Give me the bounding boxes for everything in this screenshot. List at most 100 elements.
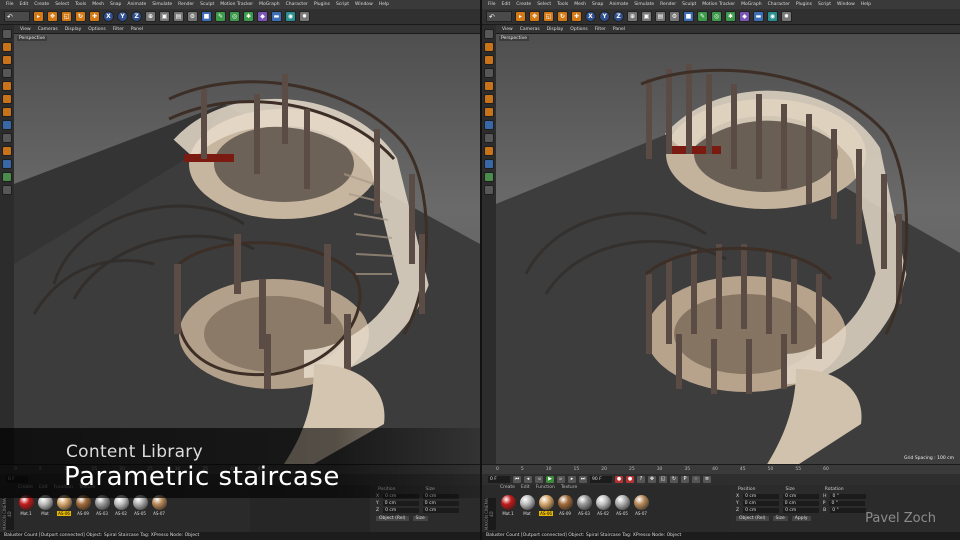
menu-select[interactable]: Select xyxy=(55,2,69,7)
camera-icon[interactable]: ◉ xyxy=(767,11,778,22)
next-frame-icon[interactable]: ▹ xyxy=(557,476,565,483)
polygons-mode-icon[interactable] xyxy=(2,107,12,117)
y-axis-icon[interactable]: Y xyxy=(599,11,610,22)
position-y-field[interactable]: 0 cm xyxy=(742,501,779,506)
menu-character[interactable]: Character xyxy=(286,2,308,7)
spline-pen-icon[interactable]: ✎ xyxy=(215,11,226,22)
size-z-field[interactable]: 0 cm xyxy=(423,508,460,513)
cube-icon[interactable]: ■ xyxy=(683,11,694,22)
workplane-icon[interactable] xyxy=(2,68,12,78)
material-swatch[interactable]: AS-06 xyxy=(56,495,72,516)
go-to-start-icon[interactable]: ⏮ xyxy=(513,476,521,483)
3d-viewport[interactable]: Perspective xyxy=(14,34,480,464)
menu-plugins[interactable]: Plugins xyxy=(796,2,812,7)
polygons-mode-icon[interactable] xyxy=(484,107,494,117)
texture-mode-icon[interactable] xyxy=(484,55,494,65)
size-y-field[interactable]: 0 cm xyxy=(782,501,819,506)
menu-script[interactable]: Script xyxy=(336,2,349,7)
material-swatch[interactable]: AS-07 xyxy=(151,495,167,516)
menu-file[interactable]: File xyxy=(488,2,496,7)
menu-simulate[interactable]: Simulate xyxy=(152,2,172,7)
locked-workplane-icon[interactable] xyxy=(2,172,12,182)
menu-sculpt[interactable]: Sculpt xyxy=(682,2,696,7)
material-swatch[interactable]: Mat.1 xyxy=(500,495,516,516)
z-axis-icon[interactable]: Z xyxy=(131,11,142,22)
material-swatch[interactable]: AS-02 xyxy=(595,495,611,516)
menu-mograph[interactable]: MoGraph xyxy=(741,2,761,7)
previous-key-icon[interactable]: ◂ xyxy=(524,476,532,483)
go-to-end-icon[interactable]: ⏭ xyxy=(579,476,587,483)
menu-edit[interactable]: Edit xyxy=(502,2,511,7)
move-tool-icon[interactable]: ✥ xyxy=(529,11,540,22)
material-swatch[interactable]: AS-03 xyxy=(576,495,592,516)
point-level-icon[interactable]: ⁘ xyxy=(692,476,700,483)
menu-mesh[interactable]: Mesh xyxy=(92,2,104,7)
frame-start-field[interactable]: 0 F xyxy=(488,476,510,483)
enable-axis-icon[interactable] xyxy=(484,120,494,130)
menu-tools[interactable]: Tools xyxy=(557,2,568,7)
material-swatch[interactable]: Mat.1 xyxy=(18,495,34,516)
y-axis-icon[interactable]: Y xyxy=(117,11,128,22)
render-settings-icon[interactable]: ⚙ xyxy=(187,11,198,22)
material-swatch[interactable]: AS-03 xyxy=(94,495,110,516)
material-menu-function[interactable]: Function xyxy=(536,485,555,492)
material-swatch[interactable]: AS-06 xyxy=(538,495,554,516)
sculpt-icon[interactable] xyxy=(484,159,494,169)
planar-workplane-icon[interactable] xyxy=(2,185,12,195)
x-axis-icon[interactable]: X xyxy=(585,11,596,22)
apply-button[interactable]: Apply xyxy=(791,516,811,521)
viewport-menu-filter[interactable]: Filter xyxy=(113,27,124,32)
record-icon[interactable]: ● xyxy=(615,476,623,483)
menu-snap[interactable]: Snap xyxy=(110,2,121,7)
size-x-field[interactable]: 0 cm xyxy=(783,494,820,499)
rotation-b-field[interactable]: 0 ° xyxy=(830,508,867,513)
render-view-icon[interactable]: ▣ xyxy=(159,11,170,22)
menu-create[interactable]: Create xyxy=(34,2,49,7)
undo-button[interactable]: ↶ xyxy=(486,11,512,22)
position-x-field[interactable]: 0 cm xyxy=(743,494,780,499)
cube-icon[interactable]: ■ xyxy=(201,11,212,22)
size-y-field[interactable]: 0 cm xyxy=(422,501,459,506)
size-mode-dropdown[interactable]: Size xyxy=(772,516,788,521)
render-settings-icon[interactable]: ⚙ xyxy=(669,11,680,22)
viewport-menu-panel[interactable]: Panel xyxy=(613,27,625,32)
menu-simulate[interactable]: Simulate xyxy=(634,2,654,7)
timeline-ruler[interactable]: 0 5 10 15 20 25 30 35 40 45 50 55 60 xyxy=(482,464,960,474)
rotation-h-field[interactable]: 0 ° xyxy=(830,494,867,499)
menu-tools[interactable]: Tools xyxy=(75,2,86,7)
menu-motion-tracker[interactable]: Motion Tracker xyxy=(702,2,735,7)
array-icon[interactable]: ✱ xyxy=(725,11,736,22)
points-mode-icon[interactable] xyxy=(484,81,494,91)
make-editable-icon[interactable] xyxy=(2,29,12,39)
scale-tool-icon[interactable]: ◱ xyxy=(61,11,72,22)
light-icon[interactable]: ✹ xyxy=(781,11,792,22)
menu-mograph[interactable]: MoGraph xyxy=(259,2,279,7)
menu-help[interactable]: Help xyxy=(379,2,389,7)
menu-window[interactable]: Window xyxy=(837,2,855,7)
make-editable-icon[interactable] xyxy=(484,29,494,39)
texture-mode-icon[interactable] xyxy=(2,55,12,65)
z-axis-icon[interactable]: Z xyxy=(613,11,624,22)
menu-character[interactable]: Character xyxy=(768,2,790,7)
tweak-mode-icon[interactable] xyxy=(484,133,494,143)
live-selection-icon[interactable]: ▸ xyxy=(515,11,526,22)
enable-axis-icon[interactable] xyxy=(2,120,12,130)
size-z-field[interactable]: 0 cm xyxy=(783,508,820,513)
locked-workplane-icon[interactable] xyxy=(484,172,494,182)
workplane-icon[interactable] xyxy=(484,68,494,78)
live-selection-icon[interactable]: ▸ xyxy=(33,11,44,22)
deformer-icon[interactable]: ◆ xyxy=(257,11,268,22)
menu-animate[interactable]: Animate xyxy=(127,2,146,7)
material-menu-texture[interactable]: Texture xyxy=(561,485,577,492)
menu-snap[interactable]: Snap xyxy=(592,2,603,7)
render-picture-icon[interactable]: ▤ xyxy=(173,11,184,22)
menu-file[interactable]: File xyxy=(6,2,14,7)
parameter-key-icon[interactable]: P xyxy=(681,476,689,483)
viewport-camera-label[interactable]: Perspective xyxy=(17,36,48,41)
coord-mode-dropdown[interactable]: Object (Rel) xyxy=(376,516,409,521)
previous-frame-icon[interactable]: ◃ xyxy=(535,476,543,483)
frame-end-field[interactable]: 90 F xyxy=(590,476,612,483)
3d-viewport[interactable]: Perspective Grid Spacing : 100 cm xyxy=(496,34,960,466)
menu-edit[interactable]: Edit xyxy=(20,2,29,7)
menu-motion-tracker[interactable]: Motion Tracker xyxy=(220,2,253,7)
